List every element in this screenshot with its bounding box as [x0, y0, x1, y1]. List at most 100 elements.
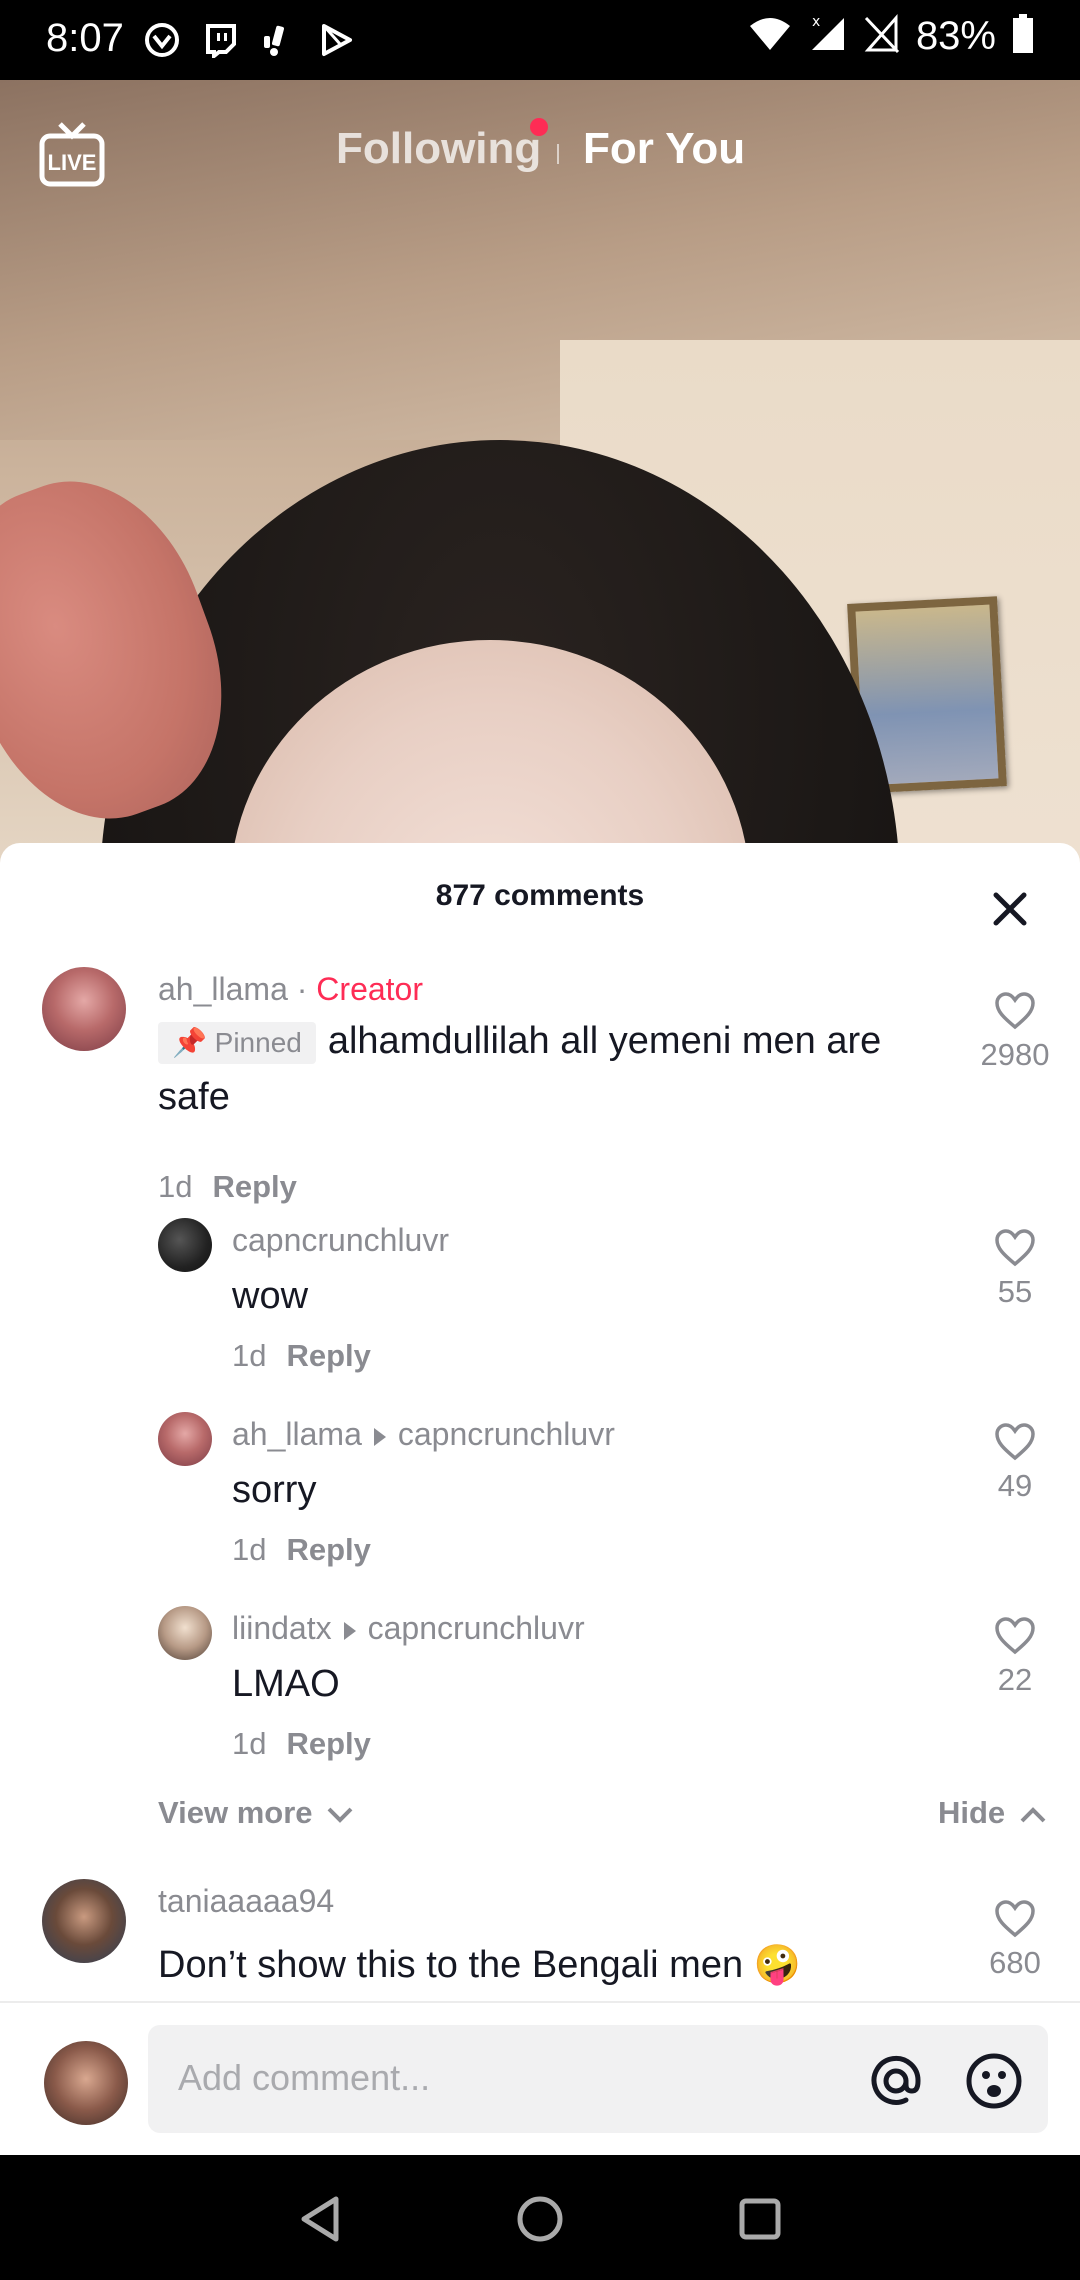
comment-username[interactable]: liindatx: [232, 1610, 332, 1646]
creator-badge: Creator: [316, 971, 423, 1007]
status-system-icons: x 83%: [748, 14, 1034, 59]
comment-username[interactable]: taniaaaaa94: [158, 1883, 334, 1919]
avatar[interactable]: [42, 1879, 126, 1963]
comment-age: 1d: [158, 1169, 193, 1204]
signal-icon: x: [808, 14, 848, 59]
tab-following-notification-dot: [530, 118, 548, 136]
reply-arrow-icon: [343, 1621, 356, 1640]
battery-percent: 83%: [915, 14, 996, 58]
emoji-icon[interactable]: [964, 2051, 1024, 2111]
like-button[interactable]: 55: [970, 1228, 1060, 1310]
comment-age: 1d: [232, 1338, 267, 1373]
heart-icon: [995, 1617, 1035, 1655]
reply-to-username[interactable]: capncrunchluvr: [398, 1416, 615, 1452]
live-label: LIVE: [48, 150, 97, 175]
notification-icon: [258, 20, 298, 60]
comment-header: taniaaaaa94: [158, 1883, 334, 1920]
status-time: 8:07: [46, 16, 124, 60]
heart-icon: [995, 992, 1035, 1030]
recents-icon[interactable]: [730, 2189, 790, 2249]
comment: taniaaaaa94 Don’t show this to the Benga…: [0, 1875, 1080, 2001]
status-notification-icons: [142, 20, 356, 60]
pin-icon: 📌: [172, 1026, 207, 1058]
comment-text: wow: [232, 1275, 309, 1317]
reply-comment: ah_llama capncrunchluvr sorry 1d Reply 49: [0, 1412, 1080, 1592]
comment-meta: 1d Reply: [232, 1338, 371, 1374]
hide-label: Hide: [938, 1795, 1006, 1830]
heart-icon: [995, 1229, 1035, 1267]
avatar[interactable]: [158, 1412, 212, 1466]
comments-count-title: 877 comments: [435, 879, 645, 912]
comment-text: sorry: [232, 1469, 317, 1511]
reply-to-username[interactable]: capncrunchluvr: [368, 1610, 585, 1646]
pinned-badge: 📌 Pinned: [158, 1021, 316, 1064]
comment-header: ah_llama · Creator: [158, 971, 423, 1008]
like-count: 680: [989, 1945, 1041, 1980]
play-store-icon: [316, 20, 356, 60]
svg-text:x: x: [812, 14, 820, 30]
status-bar: 8:07 x 83%: [0, 0, 1080, 80]
reply-button[interactable]: Reply: [212, 1169, 296, 1204]
comment-username[interactable]: capncrunchluvr: [232, 1222, 449, 1258]
system-navigation-bar: [0, 2155, 1080, 2280]
like-button[interactable]: 2980: [970, 991, 1060, 1073]
mention-icon[interactable]: [866, 2051, 926, 2111]
avatar[interactable]: [158, 1218, 212, 1272]
heart-icon: [995, 1423, 1035, 1461]
reply-comment: capncrunchluvr wow 1d Reply 55: [0, 1218, 1080, 1398]
comment-header: ah_llama capncrunchluvr: [232, 1416, 615, 1453]
comment-age: 1d: [232, 1726, 267, 1761]
comment-text: Don’t show this to the Bengali men 🤪: [158, 1944, 801, 1986]
comment-text: LMAO: [232, 1663, 340, 1705]
comment-header: liindatx capncrunchluvr: [232, 1610, 585, 1647]
comment-input[interactable]: Add comment...: [148, 2025, 1048, 2133]
reply-button[interactable]: Reply: [286, 1338, 370, 1373]
like-button[interactable]: 680: [970, 1899, 1060, 1981]
comment-body: 📌 Pinned alhamdullilah all yemeni men are…: [158, 1013, 918, 1125]
tab-for-you[interactable]: For You: [583, 124, 745, 174]
hide-replies-button[interactable]: Hide: [938, 1795, 1048, 1831]
pinned-label: Pinned: [214, 1026, 302, 1058]
wifi-icon: [748, 16, 792, 57]
comment-header: capncrunchluvr: [232, 1222, 449, 1259]
view-more-label: View more: [158, 1795, 313, 1830]
live-button[interactable]: LIVE: [38, 122, 106, 190]
like-count: 55: [997, 1274, 1033, 1309]
comment-input-bar: Add comment...: [0, 2003, 1080, 2155]
comment-username[interactable]: ah_llama: [232, 1416, 362, 1452]
view-more-replies-button[interactable]: View more: [158, 1795, 355, 1831]
comment-meta: 1d Reply: [232, 1532, 371, 1568]
chevron-down-icon: [327, 1807, 353, 1823]
like-count: 2980: [980, 1037, 1050, 1072]
like-button[interactable]: 22: [970, 1616, 1060, 1698]
tab-following[interactable]: Following: [336, 124, 541, 174]
reply-arrow-icon: [373, 1427, 386, 1446]
chevron-up-icon: [1020, 1806, 1046, 1823]
back-icon[interactable]: [290, 2189, 350, 2249]
like-count: 22: [997, 1662, 1033, 1697]
like-count: 49: [997, 1468, 1033, 1503]
my-avatar: [44, 2041, 128, 2125]
close-icon[interactable]: [986, 885, 1034, 933]
reply-comment: liindatx capncrunchluvr LMAO 1d Reply 22: [0, 1606, 1080, 1786]
vpn-icon: [142, 20, 182, 60]
heart-icon: [995, 1900, 1035, 1938]
username-separator: ·: [296, 971, 308, 1007]
tab-separator: [557, 144, 559, 164]
twitch-icon: [200, 20, 240, 60]
comment-age: 1d: [232, 1532, 267, 1567]
comment-username[interactable]: ah_llama: [158, 971, 288, 1007]
no-sim-icon: [864, 14, 900, 59]
reply-button[interactable]: Reply: [286, 1726, 370, 1761]
comment-meta: 1d Reply: [232, 1726, 371, 1762]
like-button[interactable]: 49: [970, 1422, 1060, 1504]
comments-sheet: 877 comments ah_llama · Creator 📌 Pinned…: [0, 843, 1080, 2155]
home-icon[interactable]: [510, 2189, 570, 2249]
comment-input-placeholder: Add comment...: [178, 2057, 431, 2098]
avatar[interactable]: [42, 967, 126, 1051]
pinned-comment: ah_llama · Creator 📌 Pinned alhamdullilah…: [0, 963, 1080, 1204]
comment-meta: 1d Reply: [158, 1169, 297, 1205]
avatar[interactable]: [158, 1606, 212, 1660]
reply-button[interactable]: Reply: [286, 1532, 370, 1567]
battery-icon: [1012, 14, 1034, 59]
